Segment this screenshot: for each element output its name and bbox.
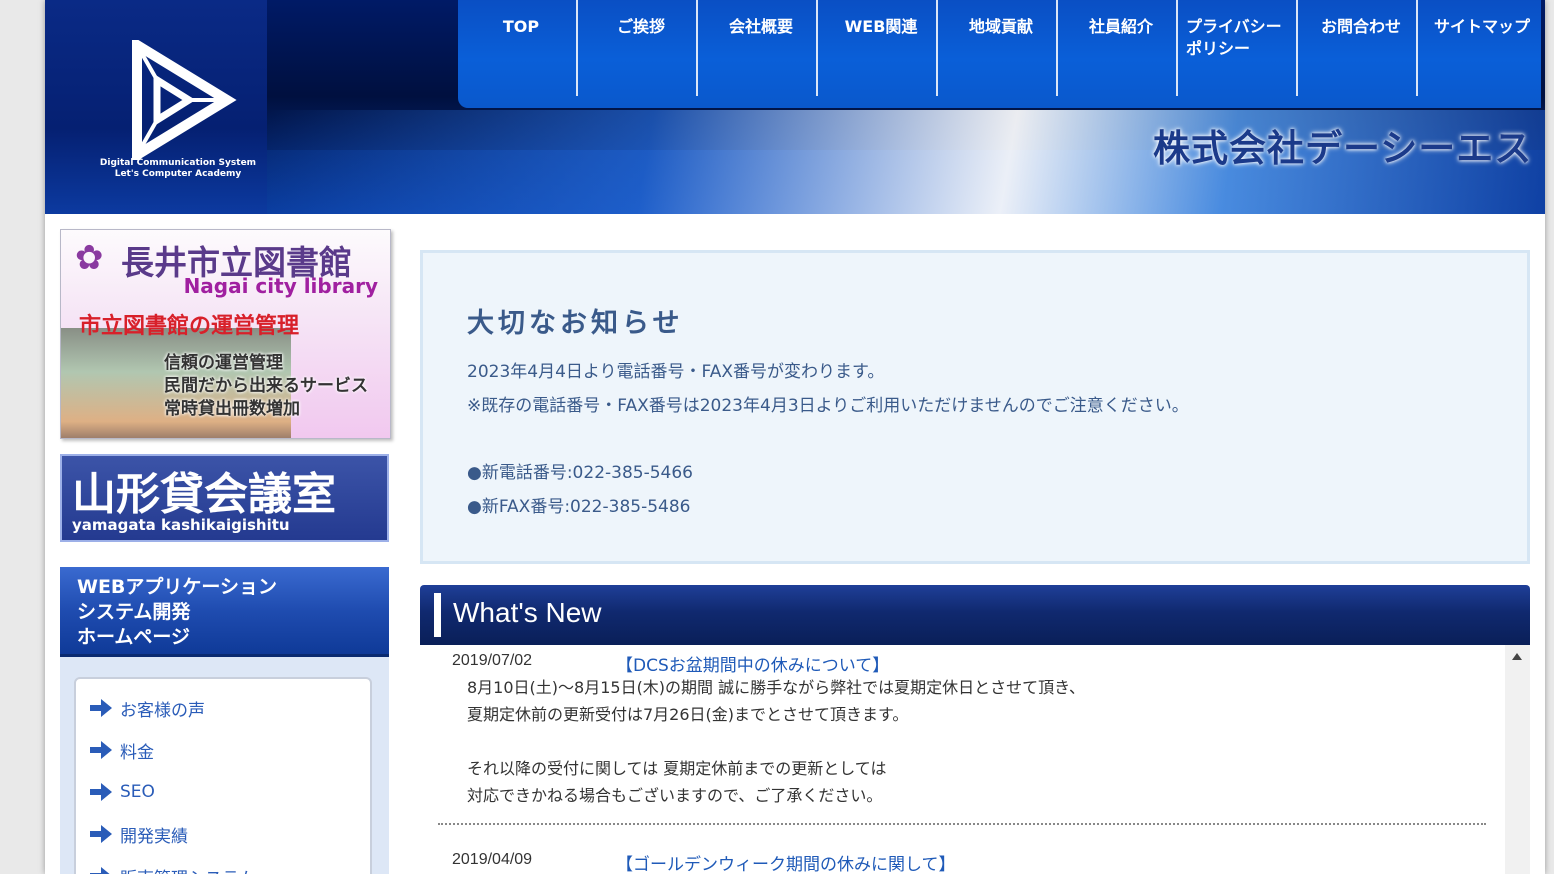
yamagata-banner[interactable]: 山形貸会議室 yamagata kashikaigishitu [60, 454, 389, 542]
nav-top[interactable]: TOP [458, 0, 578, 96]
side-item-portfolio[interactable]: 開発実績 [90, 819, 188, 849]
news-separator [438, 823, 1486, 825]
arrow-right-icon [90, 825, 112, 843]
nav-contact[interactable]: お問合わせ [1298, 0, 1418, 96]
library-banner[interactable]: ✿ 長井市立図書館 Nagai city library 市立図書館の運営管理 … [60, 229, 391, 439]
news-date: 2019/07/02 [452, 652, 533, 669]
library-banner-subtitle: Nagai city library [183, 274, 378, 298]
company-name: 株式会社デーシーエス [1153, 127, 1533, 170]
nav-greeting[interactable]: ご挨拶 [578, 0, 698, 96]
news-scrollbar[interactable] [1505, 645, 1530, 874]
flower-icon: ✿ [75, 238, 104, 278]
site-logo[interactable]: Digital Communication System Let's Compu… [45, 0, 267, 214]
nav-staff[interactable]: 社員紹介 [1058, 0, 1178, 96]
library-banner-heading: 市立図書館の運営管理 [79, 314, 300, 339]
news-body: 8月10日(土)～8月15日(木)の期間 誠に勝手ながら弊社では夏期定休日とさせ… [467, 678, 1086, 805]
nav-sitemap[interactable]: サイトマップ [1418, 0, 1538, 96]
notice-phone: ●新電話番号:022-385-5466 [467, 463, 693, 483]
logo-caption: Digital Communication System Let's Compu… [99, 158, 257, 179]
arrow-right-icon [90, 741, 112, 759]
news-title-link[interactable]: 【ゴールデンウィーク期間の休みに関して】 [616, 850, 956, 874]
side-menu-heading: WEBアプリケーション システム開発 ホームページ [60, 567, 389, 657]
notice-line-1: 2023年4月4日より電話番号・FAX番号が変わります。 [467, 362, 885, 382]
library-banner-lines: 信頼の運営管理 民間だから出来るサービス 常時貸出冊数増加 [164, 353, 368, 419]
news-date: 2019/04/09 [452, 851, 533, 868]
side-item-seo[interactable]: SEO [90, 777, 155, 807]
yamagata-banner-subtitle: yamagata kashikaigishitu [72, 516, 290, 534]
side-item-pricing[interactable]: 料金 [90, 735, 154, 765]
dcs-logo-icon [132, 40, 237, 160]
notice-title: 大切なお知らせ [467, 308, 684, 339]
notice-fax: ●新FAX番号:022-385-5486 [467, 497, 691, 517]
site-header: Digital Communication System Let's Compu… [45, 0, 1545, 214]
side-menu: お客様の声 料金 SEO 開発実績 販売管理システム [60, 657, 389, 874]
scroll-up-icon[interactable] [1512, 653, 1522, 660]
global-nav: TOP ご挨拶 会社概要 WEB関連 地域貢献 社員紹介 プライバシーポリシー … [458, 0, 1541, 108]
arrow-right-icon [90, 783, 112, 801]
yamagata-banner-title: 山形貸会議室 [72, 469, 336, 520]
important-notice: 大切なお知らせ 2023年4月4日より電話番号・FAX番号が変わります。 ※既存… [420, 250, 1530, 564]
arrow-right-icon [90, 699, 112, 717]
notice-line-2: ※既存の電話番号・FAX番号は2023年4月3日よりご利用いただけませんのでご注… [467, 396, 1189, 416]
nav-community[interactable]: 地域貢献 [938, 0, 1058, 96]
side-item-customer-voice[interactable]: お客様の声 [90, 693, 205, 723]
whats-new-header: What's New [420, 585, 1530, 645]
nav-company-overview[interactable]: 会社概要 [698, 0, 818, 96]
whats-new-title: What's New [453, 597, 602, 628]
arrow-right-icon [90, 867, 110, 874]
page: Digital Communication System Let's Compu… [45, 0, 1545, 874]
nav-web[interactable]: WEB関連 [818, 0, 938, 96]
news-list: 2019/07/02 【DCSお盆期間中の休みについて】 8月10日(土)～8月… [420, 645, 1530, 874]
side-item-sales-system[interactable]: 販売管理システム [90, 861, 256, 874]
news-title-link[interactable]: 【DCSお盆期間中の休みについて】 [616, 651, 889, 676]
nav-privacy-policy[interactable]: プライバシーポリシー [1178, 0, 1298, 96]
